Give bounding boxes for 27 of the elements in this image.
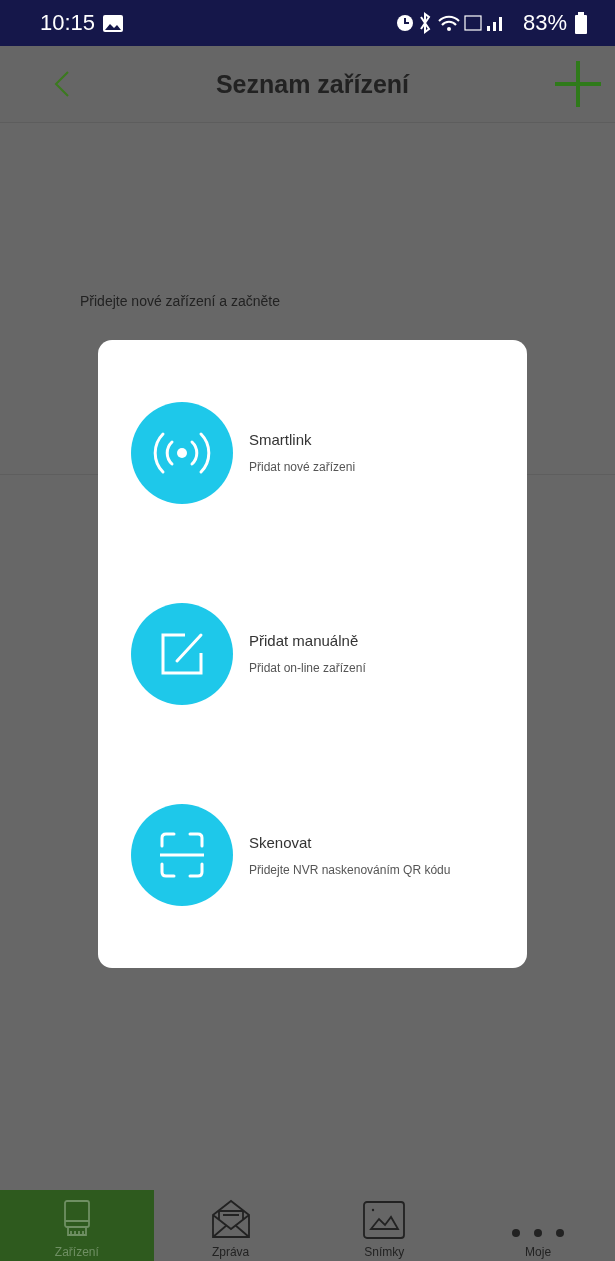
option-subtitle: Přidat nové zařízeni <box>249 460 356 475</box>
nav-tab[interactable]: Zpráva <box>153 1190 308 1261</box>
nav-tab[interactable]: Snímky <box>307 1190 462 1261</box>
option-subtitle: Přidat on-line zařízení <box>249 661 366 676</box>
add-method-option[interactable]: Přidat manuálně Přidat on-line zařízení <box>98 603 527 705</box>
edit-icon <box>159 631 205 677</box>
more-icon <box>510 1227 567 1239</box>
page-title: Seznam zařízení <box>215 69 410 99</box>
add-method-option[interactable]: Skenovat Přidejte NVR naskenováním QR kódu <box>98 804 527 907</box>
empty-list-message: Přidejte nové zařízení a začněte <box>80 293 281 309</box>
nav-tab[interactable]: Moje <box>461 1190 615 1261</box>
battery-percentage: 83% <box>522 10 567 36</box>
status-time: 10:15 <box>40 10 96 36</box>
image-icon <box>363 1201 406 1239</box>
gallery-notification-icon <box>103 14 124 32</box>
nav-tab[interactable]: Zařízení <box>0 1190 154 1261</box>
option-title: Přidat manuálně <box>249 632 360 650</box>
back-chevron-icon <box>54 70 70 98</box>
battery-icon <box>575 12 587 34</box>
add-method-option[interactable]: Smartlink Přidat nové zařízeni <box>98 401 527 504</box>
option-subtitle: Přidejte NVR naskenováním QR kódu <box>249 862 451 877</box>
option-title: Smartlink <box>249 431 313 449</box>
scan-icon <box>160 832 204 879</box>
envelope-icon <box>210 1199 251 1239</box>
plus-icon <box>555 61 601 107</box>
option-title: Skenovat <box>249 833 313 851</box>
monitor-icon <box>62 1199 91 1239</box>
